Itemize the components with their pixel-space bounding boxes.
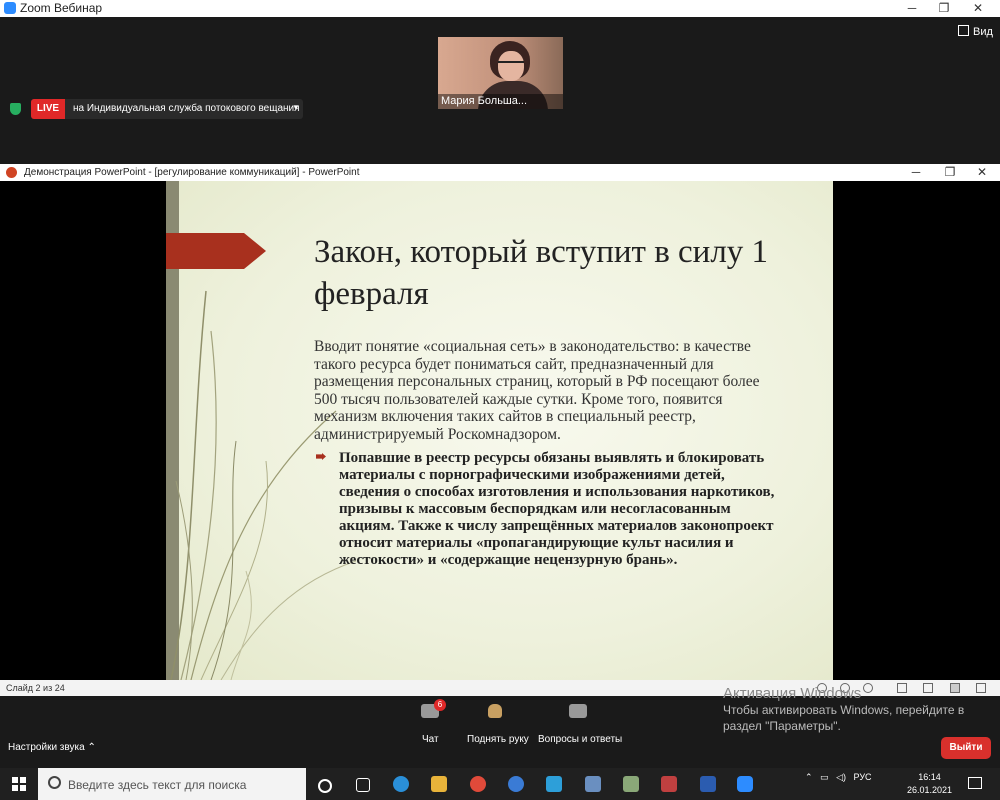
app-computer-icon[interactable] [585, 776, 601, 792]
app-calculator-icon[interactable] [546, 776, 562, 792]
windows-start-icon[interactable] [12, 777, 26, 791]
chevron-up-icon: ⌃ [87, 742, 96, 753]
task-view-icon[interactable] [356, 778, 370, 792]
edge-icon[interactable] [393, 776, 409, 792]
slide-bullet-text: Попавшие в реестр ресурсы обязаны выявля… [339, 450, 775, 568]
ppt-minimize-button[interactable]: ─ [900, 164, 932, 181]
meeting-area: Мария Больша... Вид LIVE на Индивидуальн… [0, 17, 1000, 164]
zoom-app-icon [4, 2, 16, 14]
qa-button[interactable]: Вопросы и ответы [538, 734, 622, 745]
view-button[interactable]: Вид [958, 25, 993, 38]
raise-hand-icon[interactable] [488, 704, 502, 718]
zoom-toolbar: Активация Windows Чтобы активировать Win… [0, 686, 1000, 768]
chevron-down-icon[interactable]: ▼ [292, 103, 300, 112]
chrome-icon[interactable] [470, 776, 486, 792]
audio-settings-button[interactable]: Настройки звука ⌃ [8, 742, 96, 753]
language-indicator[interactable]: РУС [854, 772, 872, 782]
search-icon [48, 776, 61, 789]
participant-name: Мария Больша... [438, 94, 563, 109]
minimize-button[interactable]: ─ [896, 0, 928, 17]
live-stream-bar[interactable]: LIVE на Индивидуальная служба потокового… [31, 99, 303, 119]
search-placeholder: Введите здесь текст для поиска [68, 778, 247, 792]
chat-button[interactable]: Чат [422, 734, 439, 745]
notifications-icon[interactable] [968, 777, 982, 789]
ppt-window-title: Демонстрация PowerPoint - [регулирование… [24, 167, 360, 178]
zoom-titlebar: Zoom Вебинар ─ ❐ ✕ [0, 0, 1000, 17]
leave-button[interactable]: Выйти [941, 737, 991, 759]
slide[interactable]: Закон, который вступит в силу 1 февраля … [166, 181, 833, 680]
powerpoint-icon [6, 167, 17, 178]
app-c-icon[interactable] [508, 776, 524, 792]
slideshow-icon[interactable] [976, 683, 986, 693]
taskbar-search-box[interactable]: Введите здесь текст для поиска [38, 768, 306, 800]
slide-viewport: Закон, который вступит в силу 1 февраля … [0, 181, 1000, 680]
slide-title: Закон, который вступит в силу 1 февраля [314, 234, 769, 312]
word-icon[interactable] [700, 776, 716, 792]
raise-hand-button[interactable]: Поднять руку [467, 734, 529, 745]
chevron-up-icon[interactable]: ⌃ [805, 772, 813, 782]
live-stream-text: на Индивидуальная служба потокового веща… [73, 103, 300, 114]
volume-icon[interactable]: ◁) [836, 772, 846, 782]
file-explorer-icon[interactable] [431, 776, 447, 792]
taskbar-clock[interactable]: 16:14 26.01.2021 [907, 771, 952, 797]
qa-icon[interactable] [569, 704, 587, 718]
security-shield-icon[interactable] [10, 103, 21, 115]
app-flag-icon[interactable] [661, 776, 677, 792]
zoom-taskbar-icon[interactable] [737, 776, 753, 792]
slide-counter: Слайд 2 из 24 [6, 683, 65, 693]
slide-paragraph: Вводит понятие «социальная сеть» в закон… [314, 338, 760, 443]
ppt-titlebar: Демонстрация PowerPoint - [регулирование… [0, 164, 1000, 181]
maximize-button[interactable]: ❐ [928, 0, 960, 17]
zoom-window-title: Zoom Вебинар [20, 1, 103, 15]
close-button[interactable]: ✕ [962, 0, 994, 17]
app-tool-icon[interactable] [623, 776, 639, 792]
ppt-maximize-button[interactable]: ❐ [934, 164, 966, 181]
cortana-icon[interactable] [318, 779, 332, 793]
live-badge: LIVE [31, 99, 65, 119]
system-tray: ⌃ ▭ ◁) РУС [805, 772, 872, 783]
participant-video[interactable]: Мария Больша... [438, 37, 563, 109]
windows-taskbar: Введите здесь текст для поиска ⌃ ▭ ◁) РУ… [0, 768, 1000, 800]
windows-activation-watermark: Активация Windows Чтобы активировать Win… [723, 685, 965, 734]
network-icon[interactable]: ▭ [820, 772, 829, 782]
ppt-close-button[interactable]: ✕ [966, 164, 998, 181]
chat-badge: 6 [434, 699, 446, 711]
grid-icon [958, 25, 969, 36]
